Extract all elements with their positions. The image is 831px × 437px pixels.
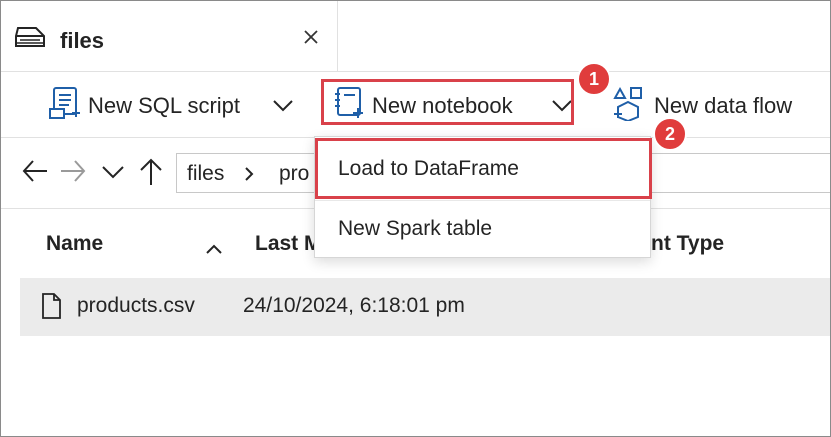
new-data-flow-button[interactable]: New data flow [611,71,821,137]
table-row[interactable]: products.csv 24/10/2024, 6:18:01 pm [20,278,830,336]
menu-item-load-to-dataframe[interactable]: Load to DataFrame [315,139,650,199]
close-icon[interactable] [301,27,321,52]
callout-badge-1: 1 [577,62,611,96]
file-name: products.csv [77,294,195,317]
arrow-right-icon[interactable] [59,158,87,189]
breadcrumb-item[interactable]: pro [279,162,309,186]
chevron-right-icon [243,164,255,188]
breadcrumb-item[interactable]: files [187,162,224,186]
chevron-down-icon[interactable] [272,99,294,113]
sql-script-icon [49,87,80,119]
chevron-down-icon[interactable] [101,165,125,184]
arrow-left-icon[interactable] [21,158,49,189]
storage-icon [13,26,47,55]
tab-files[interactable]: files [1,1,338,71]
file-last-modified: 24/10/2024, 6:18:01 pm [243,294,465,317]
toolbar: New SQL script New notebook New data flo… [1,71,830,138]
new-sql-script-label: New SQL script [88,93,241,118]
new-notebook-label: New notebook [372,93,513,118]
chevron-down-icon[interactable] [551,99,573,113]
callout-badge-2: 2 [653,117,687,151]
new-sql-script-button[interactable]: New SQL script [45,71,305,137]
app-window: files New SQL script New notebook New da… [0,0,831,437]
sort-ascending-icon[interactable] [205,237,223,261]
new-notebook-dropdown-menu: Load to DataFrame New Spark table [314,136,651,258]
menu-item-label: New Spark table [338,217,493,240]
column-header-content-type[interactable]: nt Type [651,232,724,256]
column-header-name[interactable]: Name [46,232,103,256]
arrow-up-icon[interactable] [139,158,163,191]
tab-bar: files [1,1,830,72]
notebook-icon [335,87,363,118]
new-data-flow-label: New data flow [654,93,793,118]
file-icon [40,292,62,325]
new-notebook-button[interactable]: New notebook [321,71,573,137]
data-flow-icon [613,86,642,121]
menu-item-label: Load to DataFrame [338,157,519,180]
column-header-last-modified[interactable]: Last M [255,232,322,256]
menu-item-new-spark-table[interactable]: New Spark table [315,199,650,259]
tab-label: files [60,28,105,53]
